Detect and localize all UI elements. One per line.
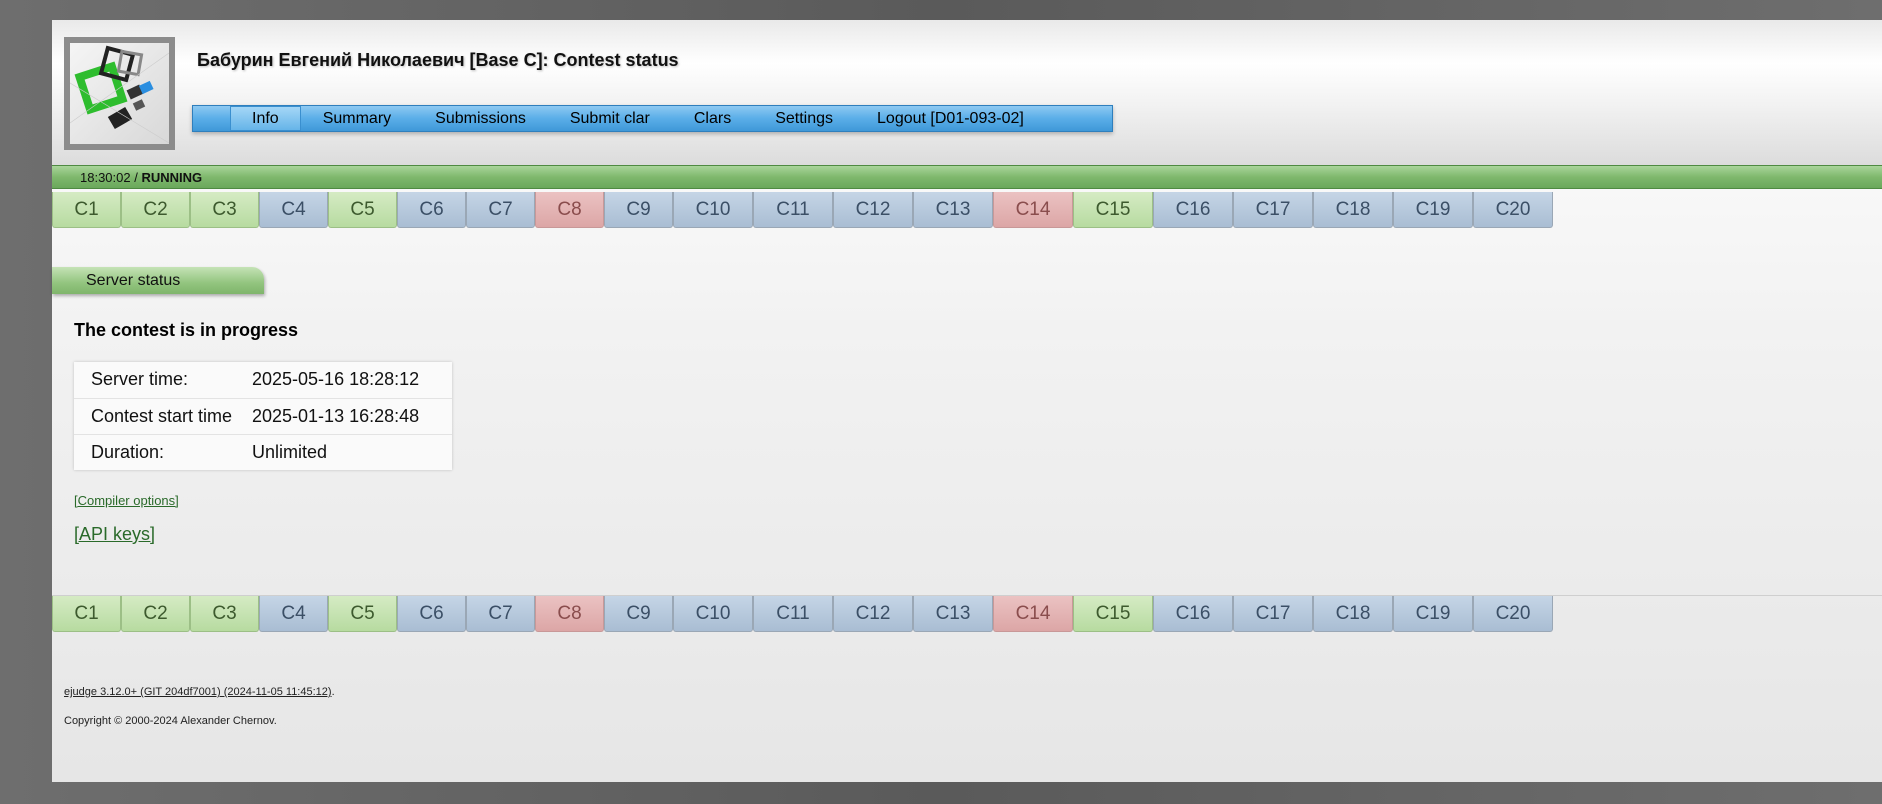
problem-tab-c3[interactable]: C3 — [190, 192, 259, 228]
ejudge-logo-icon — [70, 45, 169, 144]
problem-tab-c16[interactable]: C16 — [1153, 192, 1233, 228]
problem-tab-c12[interactable]: C12 — [833, 192, 913, 228]
problem-tab-c2[interactable]: C2 — [121, 192, 190, 228]
problem-tab-c11[interactable]: C11 — [753, 596, 833, 632]
problem-tab-c17[interactable]: C17 — [1233, 596, 1313, 632]
table-row: Contest start time 2025-01-13 16:28:48 — [74, 398, 452, 435]
problem-tab-c6[interactable]: C6 — [397, 596, 466, 632]
server-info-table: Server time: 2025-05-16 18:28:12 Contest… — [74, 362, 452, 470]
info-key: Server time: — [74, 362, 252, 399]
problem-tab-c13[interactable]: C13 — [913, 192, 993, 228]
api-keys-link[interactable]: [API keys] — [74, 524, 155, 545]
info-key: Duration: — [91, 441, 165, 462]
menu-summary[interactable]: Summary — [301, 106, 413, 131]
header: Бабурин Евгений Николаевич [Base C]: Con… — [52, 20, 1882, 165]
problem-tab-c18[interactable]: C18 — [1313, 596, 1393, 632]
menu-submit-clar[interactable]: Submit clar — [548, 106, 672, 131]
problem-tab-c9[interactable]: C9 — [604, 192, 673, 228]
problem-tab-c7[interactable]: C7 — [466, 192, 535, 228]
problem-tab-c12[interactable]: C12 — [833, 596, 913, 632]
problem-tab-c14[interactable]: C14 — [993, 596, 1073, 632]
menu-submissions[interactable]: Submissions — [413, 106, 548, 131]
contest-message: The contest is in progress — [74, 320, 299, 340]
problem-tab-c14[interactable]: C14 — [993, 192, 1073, 228]
problem-tab-c10[interactable]: C10 — [673, 192, 753, 228]
table-row: Duration: Unlimited — [74, 434, 452, 470]
problem-tab-c1[interactable]: C1 — [52, 192, 121, 228]
menu-logout[interactable]: Logout [D01-093-02] — [855, 106, 1046, 131]
menu-settings[interactable]: Settings — [753, 106, 855, 131]
problem-tab-c10[interactable]: C10 — [673, 596, 753, 632]
problem-tab-c2[interactable]: C2 — [121, 596, 190, 632]
problem-tab-c19[interactable]: C19 — [1393, 192, 1473, 228]
status-separator: / — [130, 170, 142, 185]
top-menu: Info Summary Submissions Submit clar Cla… — [192, 105, 1113, 132]
contest-state: RUNNING — [141, 170, 203, 185]
problem-tabs-top: C1 C2 C3 C4 C5 C6 C7 C8 C9 C10 C11 C12 C13 C14 C15 C16 C… — [52, 192, 1553, 228]
info-value: 2025-01-13 16:28:48 — [252, 398, 452, 435]
problem-tab-c4[interactable]: C4 — [259, 596, 328, 632]
status-text: 18:30:02 / RUNNING — [80, 170, 202, 185]
section-title: Server status — [52, 267, 264, 294]
footer-copyright: Copyright © 2000-2024 Alexander Chernov. — [64, 715, 277, 727]
problem-tab-c6[interactable]: C6 — [397, 192, 466, 228]
problem-tab-c3[interactable]: C3 — [190, 596, 259, 632]
menu-info[interactable]: Info — [230, 106, 301, 131]
problem-tab-c8[interactable]: C8 — [535, 192, 604, 228]
problem-tab-c9[interactable]: C9 — [604, 596, 673, 632]
problem-tab-c8[interactable]: C8 — [535, 596, 604, 632]
server-clock: 18:30:02 — [80, 170, 131, 185]
problem-tabs-bottom: C1 C2 C3 C4 C5 C6 C7 C8 C9 C10 C11 C12 C13 C14 C15 C16 C… — [52, 596, 1553, 632]
problem-tab-c5[interactable]: C5 — [328, 192, 397, 228]
menu-clars[interactable]: Clars — [672, 106, 753, 131]
problem-tab-c20[interactable]: C20 — [1473, 192, 1553, 228]
page: Бабурин Евгений Николаевич [Base C]: Con… — [52, 20, 1882, 782]
problem-tab-c19[interactable]: C19 — [1393, 596, 1473, 632]
info-value: 2025-05-16 18:28:12 — [252, 362, 452, 399]
problem-tab-c15[interactable]: C15 — [1073, 192, 1153, 228]
problem-tab-c13[interactable]: C13 — [913, 596, 993, 632]
info-key: Contest start time — [74, 398, 252, 435]
problem-tab-c18[interactable]: C18 — [1313, 192, 1393, 228]
problem-tab-c16[interactable]: C16 — [1153, 596, 1233, 632]
problem-tab-c4[interactable]: C4 — [259, 192, 328, 228]
footer-version: ejudge 3.12.0+ (GIT 204df7001) (2024-11-… — [64, 686, 335, 698]
problem-tab-c5[interactable]: C5 — [328, 596, 397, 632]
problem-tab-c11[interactable]: C11 — [753, 192, 833, 228]
ejudge-version-link[interactable]: ejudge 3.12.0+ (GIT 204df7001) (2024-11-… — [64, 686, 332, 698]
page-title: Бабурин Евгений Николаевич [Base C]: Con… — [197, 50, 679, 70]
problem-tab-c15[interactable]: C15 — [1073, 596, 1153, 632]
problem-tab-c20[interactable]: C20 — [1473, 596, 1553, 632]
problem-tab-c7[interactable]: C7 — [466, 596, 535, 632]
status-bar: 18:30:02 / RUNNING — [52, 165, 1882, 189]
version-suffix: . — [331, 686, 335, 698]
table-row: Server time: 2025-05-16 18:28:12 — [74, 362, 452, 399]
info-value: Unlimited — [252, 441, 328, 462]
compiler-options-link[interactable]: [Compiler options] — [74, 493, 179, 508]
problem-tab-c17[interactable]: C17 — [1233, 192, 1313, 228]
problem-tab-c1[interactable]: C1 — [52, 596, 121, 632]
ejudge-logo — [64, 37, 175, 150]
